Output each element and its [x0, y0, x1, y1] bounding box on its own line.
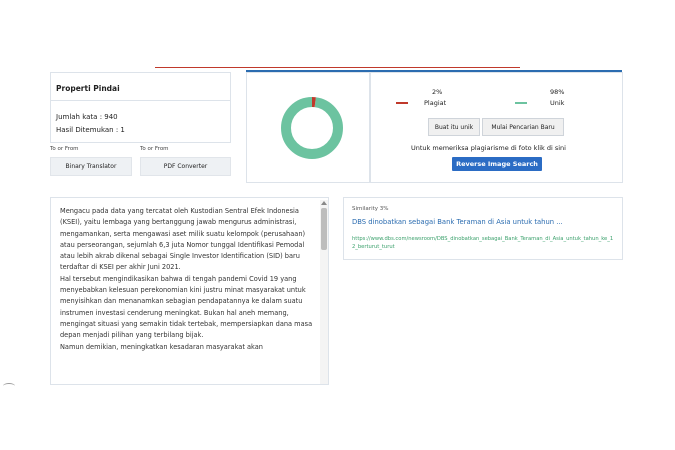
top-divider-red	[155, 67, 520, 68]
binary-translator-button[interactable]: Binary Translator	[50, 157, 132, 176]
reverse-image-search-label: Reverse Image Search	[456, 160, 538, 168]
article-scrollbar-thumb[interactable]	[321, 208, 327, 250]
image-check-prompt: Untuk memeriksa plagiarisme di foto klik…	[411, 144, 566, 152]
pdf-converter-button[interactable]: PDF Converter	[140, 157, 231, 176]
article-text-panel: Mengacu pada data yang tercatat oleh Kus…	[50, 197, 329, 385]
article-scrollbar-track[interactable]	[320, 200, 328, 384]
similarity-percent: Similarity 3%	[352, 206, 389, 212]
results-found: Hasil Ditemukan : 1	[56, 126, 125, 134]
match-result-panel: Similarity 3% DBS dinobatkan sebagai Ban…	[343, 197, 623, 260]
article-paragraph: Hal tersebut mengindikasikan bahwa di te…	[60, 274, 313, 340]
plagiarism-percent: 2%	[432, 88, 443, 96]
plagiarism-label: Plagiat	[424, 99, 447, 107]
match-url-link[interactable]: https://www.dbs.com/newsroom/DBS_dinobat…	[352, 236, 614, 251]
donut-unique-segment	[281, 97, 343, 159]
pdf-converter-label: PDF Converter	[163, 163, 208, 170]
unique-legend-swatch	[515, 102, 527, 104]
article-text: Mengacu pada data yang tercatat oleh Kus…	[60, 206, 314, 353]
scan-properties-title: Properti Pindai	[56, 84, 120, 93]
unique-percent: 98%	[550, 88, 565, 96]
result-summary-panel: 2% Plagiat 98% Unik Buat itu unik Mulai …	[370, 72, 623, 183]
pdf-converter-caption: To or From	[140, 146, 169, 152]
binary-translator-label: Binary Translator	[65, 163, 117, 170]
new-search-button[interactable]: Mulai Pencarian Baru	[482, 118, 564, 136]
plagiarism-legend-swatch	[396, 102, 408, 104]
article-paragraph: Mengacu pada data yang tercatat oleh Kus…	[60, 207, 306, 272]
article-paragraph: Namun demikian, meningkatkan kesadaran m…	[60, 342, 263, 351]
word-count: Jumlah kata : 940	[56, 113, 118, 121]
binary-translator-caption: To or From	[50, 146, 79, 152]
reverse-image-search-button[interactable]: Reverse Image Search	[452, 157, 542, 171]
make-unique-label: Buat itu unik	[434, 123, 474, 131]
unique-label: Unik	[550, 99, 565, 107]
side-scroll-marker	[3, 383, 15, 389]
new-search-label: Mulai Pencarian Baru	[491, 123, 555, 131]
plagiarism-donut-chart	[281, 97, 343, 159]
make-unique-button[interactable]: Buat itu unik	[428, 118, 480, 136]
match-title-link[interactable]: DBS dinobatkan sebagai Bank Teraman di A…	[352, 218, 563, 226]
scan-properties-panel: Properti Pindai Jumlah kata : 940 Hasil …	[50, 72, 231, 143]
scroll-up-arrow-icon[interactable]	[321, 201, 327, 205]
result-chart-panel	[246, 72, 370, 183]
